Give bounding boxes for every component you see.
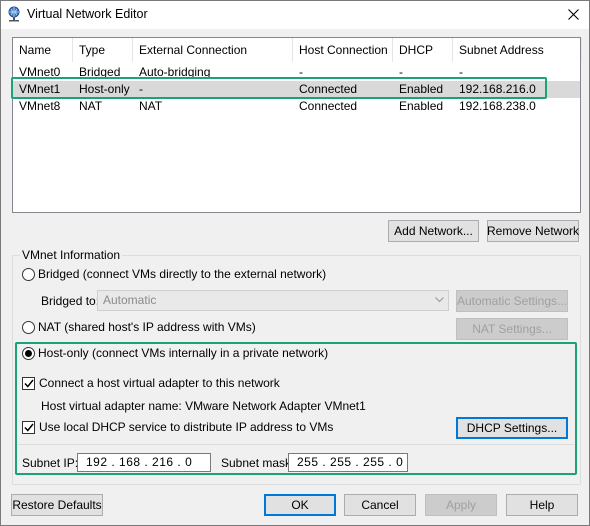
bridged-to-label: Bridged to: [41, 294, 100, 308]
network-list[interactable]: Name Type External Connection Host Conne… [12, 37, 582, 213]
vmnet-information-label: VMnet Information [20, 248, 123, 262]
column-header-host-connection[interactable]: Host Connection [293, 38, 393, 62]
host-only-section-highlight [15, 342, 577, 475]
row-subnet-address: 192.168.238.0 [459, 99, 536, 113]
virtual-network-editor-window: Virtual Network Editor Name Type Externa… [0, 0, 590, 526]
row-dhcp: Enabled [399, 99, 444, 113]
cancel-button[interactable]: Cancel [344, 494, 416, 516]
automatic-settings-button[interactable]: Automatic Settings... [456, 290, 568, 312]
network-globe-icon [8, 6, 20, 22]
row-type: NAT [79, 99, 103, 113]
bridged-label: Bridged (connect VMs directly to the ext… [38, 267, 327, 281]
nat-radio[interactable]: NAT (shared host's IP address with VMs) [22, 320, 256, 334]
bridged-radio[interactable]: Bridged (connect VMs directly to the ext… [22, 267, 326, 281]
column-header-external-connection[interactable]: External Connection [133, 38, 293, 62]
radio-circle [22, 267, 35, 281]
selected-row-highlight [11, 77, 547, 99]
bridged-to-select[interactable]: Automatic [97, 290, 449, 311]
row-name: VMnet8 [19, 99, 61, 113]
help-button[interactable]: Help [506, 494, 578, 516]
table-row[interactable]: VMnet8 NAT NAT Connected Enabled 192.168… [13, 98, 580, 115]
remove-network-button[interactable]: Remove Network [487, 220, 579, 242]
add-network-button[interactable]: Add Network... [388, 220, 479, 242]
chevron-down-icon [435, 297, 444, 303]
network-list-header: Name Type External Connection Host Conne… [13, 38, 582, 62]
column-header-type[interactable]: Type [73, 38, 133, 62]
row-host-connection: Connected [299, 99, 358, 113]
column-header-name[interactable]: Name [13, 38, 73, 62]
column-header-dhcp[interactable]: DHCP [393, 38, 453, 62]
ok-button[interactable]: OK [264, 494, 336, 516]
bridged-to-value: Automatic [103, 293, 157, 307]
nat-label: NAT (shared host's IP address with VMs) [38, 320, 256, 334]
apply-button[interactable]: Apply [425, 494, 497, 516]
close-icon [567, 8, 579, 20]
row-external-connection: NAT [139, 99, 163, 113]
restore-defaults-button[interactable]: Restore Defaults [11, 494, 103, 516]
close-button[interactable] [559, 2, 587, 26]
nat-settings-button[interactable]: NAT Settings... [456, 318, 568, 340]
column-header-subnet-address[interactable]: Subnet Address [453, 38, 582, 62]
window-title: Virtual Network Editor [27, 7, 148, 21]
title-bar: Virtual Network Editor [1, 1, 589, 29]
radio-circle [22, 320, 35, 334]
